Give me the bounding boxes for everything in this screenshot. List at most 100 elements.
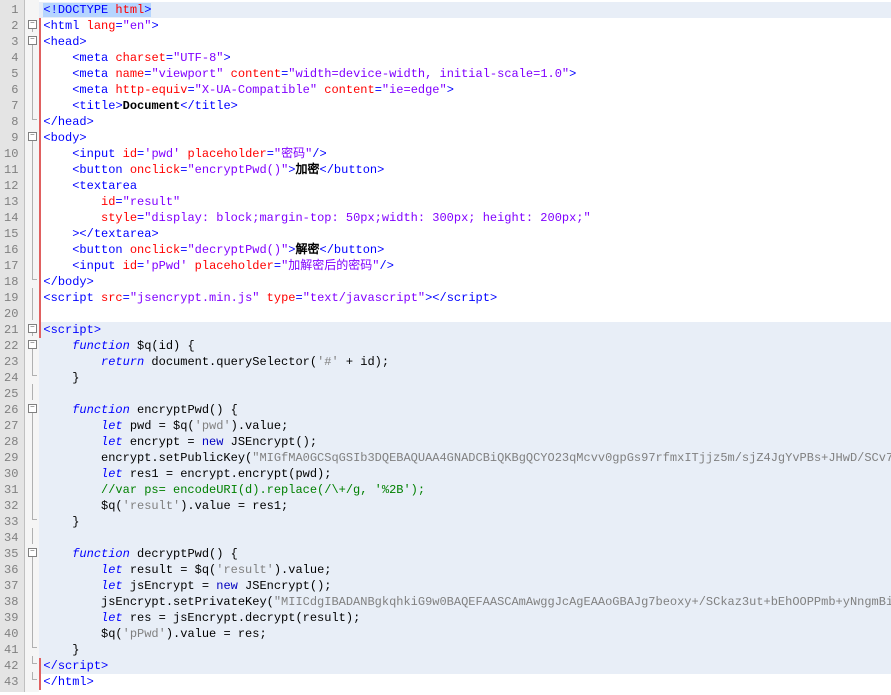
fold-toggle-icon[interactable]: − [28, 20, 37, 29]
line-number: 15 [4, 226, 18, 242]
line-number: 12 [4, 178, 18, 194]
line-number: 20 [4, 306, 18, 322]
fold-cell[interactable]: − [25, 336, 39, 352]
fold-cell [25, 224, 39, 240]
code-line[interactable]: <script src="jsencrypt.min.js" type="tex… [39, 290, 891, 306]
code-line[interactable]: } [39, 642, 891, 658]
code-line[interactable]: $q('result').value = res1; [39, 498, 891, 514]
fold-cell[interactable]: − [25, 544, 39, 560]
fold-cell[interactable]: − [25, 128, 39, 144]
code-line[interactable]: <meta name="viewport" content="width=dev… [39, 66, 891, 82]
token-punct: encryptPwd() { [130, 403, 238, 417]
token-punct [43, 179, 72, 193]
line-number: 14 [4, 210, 18, 226]
token-tag: html [58, 675, 87, 689]
token-ang: > [87, 675, 94, 689]
code-line[interactable]: let result = $q('result').value; [39, 562, 891, 578]
code-line[interactable]: <input id='pwd' placeholder="密码"/> [39, 146, 891, 162]
token-punct [43, 579, 101, 593]
code-line[interactable]: jsEncrypt.setPrivateKey("MIICdgIBADANBgk… [39, 594, 891, 610]
fold-cell [25, 576, 39, 592]
code-line[interactable]: } [39, 370, 891, 386]
fold-cell[interactable]: − [25, 320, 39, 336]
fold-cell [25, 480, 39, 496]
token-ang: </ [43, 115, 57, 129]
code-line[interactable]: <body> [39, 130, 891, 146]
token-punct [43, 83, 72, 97]
code-line[interactable]: <head> [39, 34, 891, 50]
code-line[interactable]: <meta http-equiv="X-UA-Compatible" conte… [39, 82, 891, 98]
line-number: 40 [4, 626, 18, 642]
code-line[interactable]: let jsEncrypt = new JSEncrypt(); [39, 578, 891, 594]
token-ang: <! [43, 3, 57, 17]
token-aval: "encryptPwd()" [187, 163, 288, 177]
fold-toggle-icon[interactable]: − [28, 340, 37, 349]
code-line[interactable]: <html lang="en"> [39, 18, 891, 34]
fold-cell[interactable]: − [25, 400, 39, 416]
code-line[interactable]: encrypt.setPublicKey("MIGfMA0GCSqGSIb3DQ… [39, 450, 891, 466]
token-kw: let [101, 435, 123, 449]
fold-end-icon [32, 112, 37, 120]
fold-cell [25, 48, 39, 64]
code-line[interactable]: <title>Document</title> [39, 98, 891, 114]
code-line[interactable]: function decryptPwd() { [39, 546, 891, 562]
token-punct: } [43, 515, 79, 529]
code-line[interactable]: let pwd = $q('pwd').value; [39, 418, 891, 434]
code-line[interactable]: <button onclick="encryptPwd()">加密</butto… [39, 162, 891, 178]
token-aval: "decryptPwd()" [187, 243, 288, 257]
fold-toggle-icon[interactable]: − [28, 132, 37, 141]
code-line[interactable]: <input id='pPwd' placeholder="加解密后的密码"/> [39, 258, 891, 274]
line-number: 24 [4, 370, 18, 386]
code-editor-area[interactable]: <!DOCTYPE html><html lang="en"><head> <m… [39, 0, 891, 692]
code-line[interactable] [39, 306, 891, 322]
token-kw: let [101, 611, 123, 625]
code-line[interactable]: let res1 = encrypt.encrypt(pwd); [39, 466, 891, 482]
code-line[interactable] [39, 530, 891, 546]
fold-toggle-icon[interactable]: − [28, 36, 37, 45]
token-attr: content [317, 83, 375, 97]
code-line[interactable]: return document.querySelector('#' + id); [39, 354, 891, 370]
fold-end-icon [32, 640, 37, 648]
token-aval: "UTF-8" [173, 51, 223, 65]
fold-toggle-icon[interactable]: − [28, 548, 37, 557]
fold-toggle-icon[interactable]: − [28, 404, 37, 413]
fold-cell [25, 96, 39, 112]
fold-cell [25, 64, 39, 80]
code-line[interactable]: <button onclick="decryptPwd()">解密</butto… [39, 242, 891, 258]
code-line[interactable]: style="display: block;margin-top: 50px;w… [39, 210, 891, 226]
fold-cell [25, 432, 39, 448]
fold-end-icon [32, 512, 37, 520]
fold-cell[interactable]: − [25, 32, 39, 48]
code-line[interactable]: <meta charset="UTF-8"> [39, 50, 891, 66]
code-line[interactable]: function $q(id) { [39, 338, 891, 354]
code-line[interactable]: function encryptPwd() { [39, 402, 891, 418]
code-line[interactable]: </head> [39, 114, 891, 130]
code-line[interactable]: let res = jsEncrypt.decrypt(result); [39, 610, 891, 626]
code-line[interactable]: } [39, 514, 891, 530]
token-attr: id [123, 259, 137, 273]
code-line[interactable]: <script> [39, 322, 891, 338]
code-line[interactable]: ></textarea> [39, 226, 891, 242]
token-kw: let [101, 563, 123, 577]
code-line[interactable]: </script> [39, 658, 891, 674]
token-attr: name [115, 67, 144, 81]
token-aval: "viewport" [151, 67, 223, 81]
code-line[interactable]: </body> [39, 274, 891, 290]
code-line[interactable]: id="result" [39, 194, 891, 210]
code-line[interactable]: <!DOCTYPE html> [39, 2, 891, 18]
line-number: 28 [4, 434, 18, 450]
code-line[interactable] [39, 386, 891, 402]
fold-cell[interactable]: − [25, 16, 39, 32]
line-number: 30 [4, 466, 18, 482]
code-line[interactable]: //var ps= encodeURI(d).replace(/\+/g, '%… [39, 482, 891, 498]
code-line[interactable]: <textarea [39, 178, 891, 194]
token-tag: head [51, 35, 80, 49]
token-tag: meta [79, 83, 115, 97]
code-line[interactable]: </html> [39, 674, 891, 690]
code-line[interactable]: let encrypt = new JSEncrypt(); [39, 434, 891, 450]
fold-cell [25, 384, 39, 400]
code-line[interactable]: $q('pPwd').value = res; [39, 626, 891, 642]
token-tag: = [115, 19, 122, 33]
token-tag: input [79, 147, 122, 161]
fold-toggle-icon[interactable]: − [28, 324, 37, 333]
